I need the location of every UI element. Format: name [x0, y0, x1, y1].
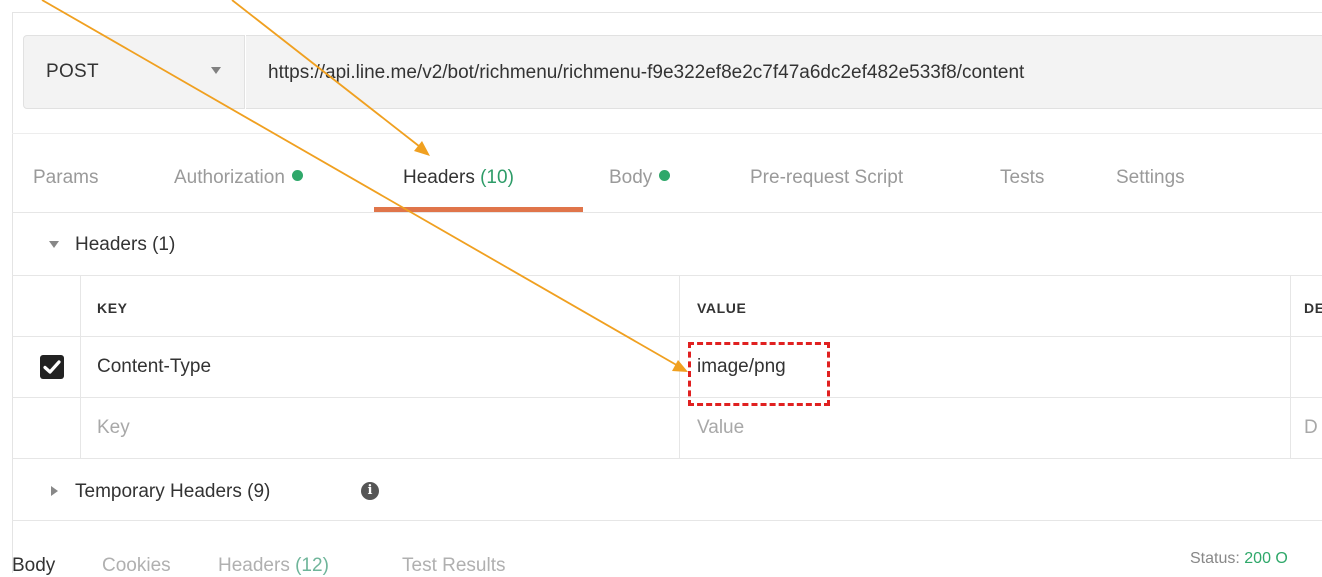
tab-body-label: Body: [609, 167, 653, 188]
column-header-value: VALUE: [697, 300, 747, 316]
url-text: https://api.line.me/v2/bot/richmenu/rich…: [268, 62, 1025, 83]
tab-authorization-label: Authorization: [174, 167, 285, 188]
status-dot-icon: [291, 170, 303, 181]
column-divider: [80, 276, 81, 458]
annotation-highlight-box: [688, 342, 830, 406]
tab-body[interactable]: Body: [609, 167, 671, 189]
chevron-down-icon: [211, 67, 221, 74]
response-tab-headers[interactable]: Headers (12): [218, 555, 329, 577]
row-enabled-checkbox[interactable]: [40, 355, 64, 379]
column-header-description: DE: [1304, 300, 1322, 316]
tab-params[interactable]: Params: [33, 167, 98, 189]
tab-headers-label: Headers: [403, 167, 475, 188]
info-icon[interactable]: i: [361, 482, 379, 500]
status-dot-icon: [659, 170, 671, 181]
checkmark-icon: [43, 360, 61, 374]
headers-section-title[interactable]: Headers (1): [75, 234, 175, 256]
column-header-key: KEY: [97, 300, 128, 316]
new-key-input[interactable]: Key: [97, 417, 130, 439]
column-divider: [679, 276, 680, 458]
url-input[interactable]: https://api.line.me/v2/bot/richmenu/rich…: [246, 35, 1322, 109]
divider: [12, 336, 1322, 337]
new-description-input[interactable]: D: [1304, 417, 1318, 439]
collapse-caret-icon[interactable]: [49, 241, 59, 248]
response-tab-headers-label: Headers: [218, 555, 290, 576]
postman-request-panel: POST https://api.line.me/v2/bot/richmenu…: [0, 0, 1322, 577]
column-divider: [1290, 276, 1291, 458]
response-tab-test-results[interactable]: Test Results: [402, 555, 505, 577]
divider: [12, 458, 1322, 459]
response-tab-headers-count: (12): [295, 555, 329, 576]
divider: [12, 275, 1322, 276]
temporary-headers-title[interactable]: Temporary Headers (9): [75, 481, 270, 503]
tab-headers-count: (10): [480, 167, 514, 188]
tab-tests[interactable]: Tests: [1000, 167, 1044, 189]
tab-settings[interactable]: Settings: [1116, 167, 1185, 189]
method-label: POST: [46, 61, 99, 82]
status-label: Status:: [1190, 550, 1240, 567]
new-value-input[interactable]: Value: [697, 417, 744, 439]
divider: [12, 212, 1322, 213]
response-tab-cookies[interactable]: Cookies: [102, 555, 171, 577]
divider: [12, 520, 1322, 521]
header-key-cell[interactable]: Content-Type: [97, 356, 211, 378]
response-status: Status: 200 O: [1190, 550, 1288, 568]
expand-caret-icon[interactable]: [51, 486, 58, 496]
tab-authorization[interactable]: Authorization: [174, 167, 303, 189]
divider: [12, 397, 1322, 398]
method-select[interactable]: POST: [23, 35, 245, 109]
tab-pre-request-script[interactable]: Pre-request Script: [750, 167, 903, 189]
response-tab-body[interactable]: Body: [12, 555, 55, 577]
status-code: 200 O: [1244, 550, 1288, 567]
tab-headers[interactable]: Headers (10): [403, 167, 514, 189]
